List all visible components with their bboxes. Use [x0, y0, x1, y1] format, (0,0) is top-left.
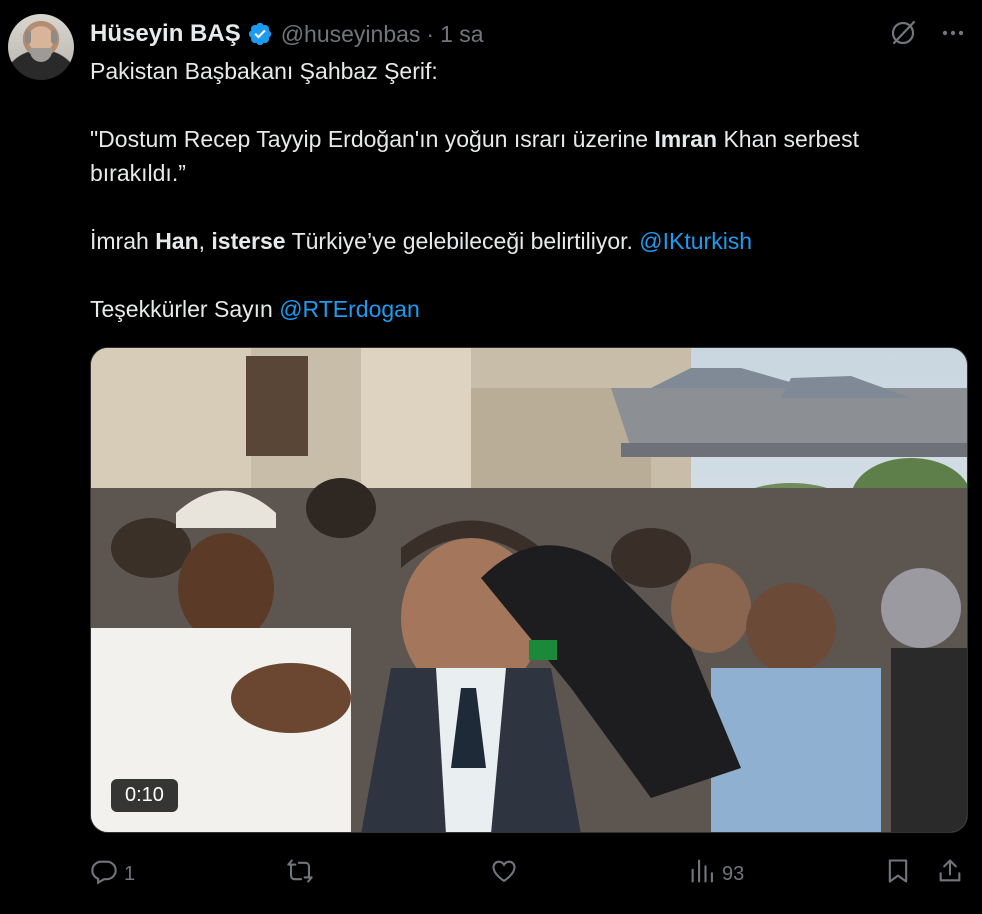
author-name[interactable]: Hüseyin BAŞ — [90, 20, 241, 48]
share-button[interactable] — [936, 856, 964, 892]
mention-rterdogan[interactable]: @RTErdogan — [279, 296, 420, 322]
grok-icon[interactable] — [888, 18, 918, 48]
share-icon — [936, 857, 964, 891]
tweet-quote: "Dostum Recep Tayyip Erdoğan'ın yoğun ıs… — [90, 126, 859, 186]
retweet-icon — [286, 857, 314, 891]
reply-button[interactable]: 1 — [90, 856, 135, 892]
reply-count: 1 — [124, 862, 136, 885]
mention-ikturkish[interactable]: @IKturkish — [639, 228, 752, 254]
bookmark-icon — [884, 857, 912, 891]
retweet-button[interactable] — [286, 856, 320, 892]
more-options-icon[interactable] — [938, 18, 968, 48]
video-player[interactable]: 0:10 — [90, 347, 968, 833]
tweet-line-4: Teşekkürler Sayın @RTErdogan — [90, 296, 420, 322]
like-button[interactable] — [490, 856, 524, 892]
views-bar-chart-icon — [688, 857, 716, 891]
reply-icon — [90, 857, 118, 891]
bookmark-button[interactable] — [884, 856, 912, 892]
heart-icon — [490, 857, 518, 891]
tweet[interactable]: Hüseyin BAŞ @huseyinbas · 1 sa Pakistan … — [0, 0, 982, 914]
action-bar: 1 93 — [90, 856, 970, 892]
timestamp[interactable]: 1 sa — [440, 21, 483, 48]
separator-dot: · — [426, 20, 435, 47]
tweet-header: Hüseyin BAŞ @huseyinbas · 1 sa — [90, 16, 484, 52]
author-handle[interactable]: @huseyinbas — [281, 21, 421, 48]
avatar[interactable] — [8, 14, 74, 80]
tweet-line-3: İmrah Han, isterse Türkiye’ye gelebilece… — [90, 228, 753, 254]
verified-badge-icon — [247, 21, 273, 47]
tweet-text: Pakistan Başbakanı Şahbaz Şerif: "Dostum… — [90, 54, 960, 326]
video-duration: 0:10 — [111, 779, 178, 812]
views-count: 93 — [722, 862, 745, 885]
video-frame — [91, 348, 967, 832]
tweet-line-1: Pakistan Başbakanı Şahbaz Şerif: — [90, 58, 438, 84]
top-right-controls — [888, 18, 968, 48]
views-button[interactable]: 93 — [688, 856, 744, 892]
